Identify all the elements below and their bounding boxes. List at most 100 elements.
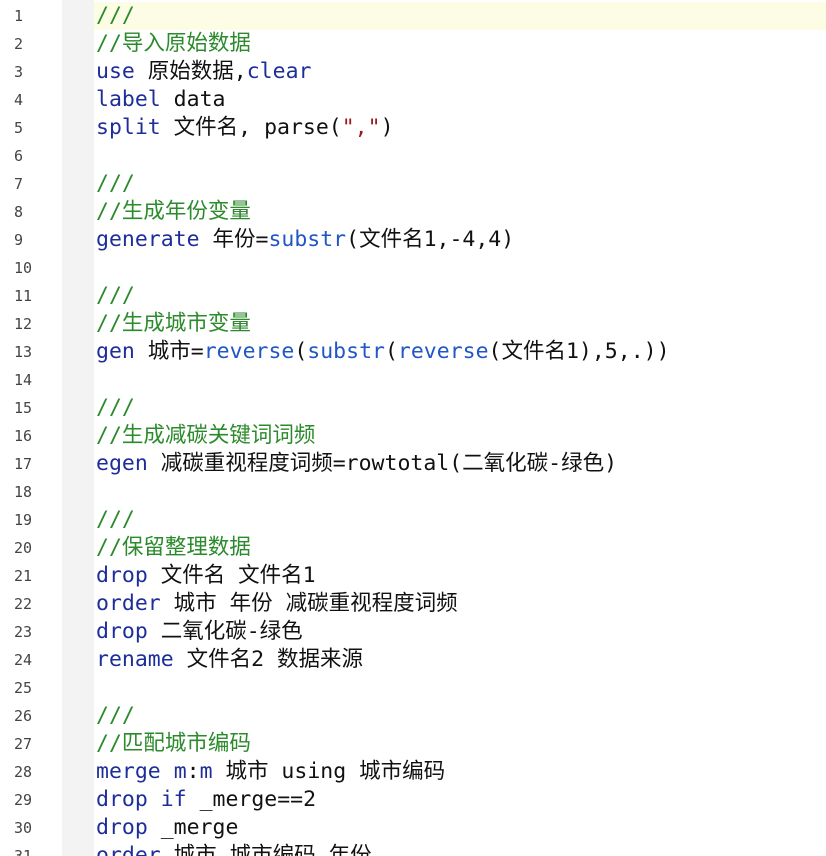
code-token: use: [96, 59, 135, 84]
line-number: 12: [14, 315, 33, 333]
code-line[interactable]: ///: [94, 2, 826, 30]
code-token: ///: [96, 703, 135, 728]
code-line[interactable]: [94, 142, 826, 170]
line-number: 22: [14, 595, 33, 613]
line-number: 13: [14, 343, 33, 361]
code-line[interactable]: ///: [94, 702, 826, 730]
code-line[interactable]: drop _merge: [94, 814, 826, 842]
code-line[interactable]: //导入原始数据: [94, 30, 826, 58]
code-token: 城市 年份 减碳重视程度词频: [160, 591, 458, 616]
code-line[interactable]: merge m:m 城市 using 城市编码: [94, 758, 826, 786]
code-line[interactable]: use 原始数据,clear: [94, 58, 826, 86]
line-number: 25: [14, 679, 33, 697]
code-token: //匹配城市编码: [96, 731, 251, 756]
code-token: drop: [96, 787, 148, 812]
code-line[interactable]: ///: [94, 282, 826, 310]
code-line[interactable]: egen 减碳重视程度词频=rowtotal(二氧化碳-绿色): [94, 450, 826, 478]
code-line[interactable]: generate 年份=substr(文件名1,-4,4): [94, 226, 826, 254]
code-token: _merge==2: [186, 787, 317, 812]
code-line[interactable]: rename 文件名2 数据来源: [94, 646, 826, 674]
line-number: 10: [14, 259, 33, 277]
line-number: 28: [14, 763, 33, 781]
code-token: reverse: [397, 339, 489, 364]
code-line[interactable]: label data: [94, 86, 826, 114]
code-token: (: [294, 339, 308, 364]
code-token: ///: [96, 395, 135, 420]
code-line[interactable]: [94, 478, 826, 506]
code-token: 城市 using 城市编码: [212, 759, 446, 784]
code-token: ///: [96, 3, 135, 28]
line-number: 2: [14, 35, 24, 53]
code-token: egen: [96, 451, 148, 476]
code-token: ",": [341, 115, 381, 140]
code-line[interactable]: //生成减碳关键词词频: [94, 422, 826, 450]
code-token: drop: [96, 619, 148, 644]
code-token: //生成年份变量: [96, 199, 251, 224]
code-token: 文件名2 数据来源: [173, 647, 364, 672]
code-line[interactable]: drop if _merge==2: [94, 786, 826, 814]
code-token: ): [380, 115, 394, 140]
line-number: 26: [14, 707, 33, 725]
code-token: m: [199, 759, 213, 784]
code-token: (文件名1,-4,4): [346, 227, 515, 252]
code-token: merge: [96, 759, 161, 784]
line-number: 16: [14, 427, 33, 445]
code-token: ///: [96, 507, 135, 532]
code-line[interactable]: ///: [94, 170, 826, 198]
line-number: 24: [14, 651, 33, 669]
code-token: //保留整理数据: [96, 535, 251, 560]
code-line[interactable]: split 文件名, parse(","): [94, 114, 826, 142]
code-editor[interactable]: 1 2 3 4 5 6 7 8 9 10 11 12 13 14 15 16 17 18 19 20 21 22 23 24 2…: [0, 0, 826, 856]
line-number: 11: [14, 287, 33, 305]
code-token: //导入原始数据: [96, 31, 251, 56]
code-line[interactable]: //保留整理数据: [94, 534, 826, 562]
code-token: data: [160, 87, 226, 112]
code-line[interactable]: [94, 366, 826, 394]
code-line[interactable]: ///: [94, 394, 826, 422]
code-line[interactable]: //生成城市变量: [94, 310, 826, 338]
line-number: 27: [14, 735, 33, 753]
code-line[interactable]: [94, 254, 826, 282]
code-token: 原始数据,: [134, 59, 247, 84]
code-line[interactable]: [94, 674, 826, 702]
code-token: reverse: [203, 339, 295, 364]
code-token: 二氧化碳-绿色: [147, 619, 303, 644]
line-number: 17: [14, 455, 33, 473]
code-line[interactable]: drop 二氧化碳-绿色: [94, 618, 826, 646]
code-token: 城市=: [134, 339, 204, 364]
code-token: //生成城市变量: [96, 311, 251, 336]
code-token: ///: [96, 171, 135, 196]
line-number: 20: [14, 539, 33, 557]
code-line[interactable]: //匹配城市编码: [94, 730, 826, 758]
line-number: 23: [14, 623, 33, 641]
code-line[interactable]: //生成年份变量: [94, 198, 826, 226]
line-number: 31: [14, 847, 33, 856]
code-token: gen: [96, 339, 135, 364]
line-number: 19: [14, 511, 33, 529]
line-number-gutter: 1 2 3 4 5 6 7 8 9 10 11 12 13 14 15 16 17 18 19 20 21 22 23 24 2…: [0, 0, 62, 856]
line-number: 30: [14, 819, 33, 837]
code-line[interactable]: order 城市 年份 减碳重视程度词频: [94, 590, 826, 618]
fold-margin: [62, 0, 94, 856]
code-line[interactable]: order 城市 城市编码 年份: [94, 842, 826, 856]
code-token: m: [173, 759, 187, 784]
code-token: order: [96, 591, 161, 616]
line-number: 1: [14, 7, 24, 25]
line-number: 5: [14, 119, 24, 137]
code-token: drop: [96, 815, 148, 840]
code-line[interactable]: drop 文件名 文件名1: [94, 562, 826, 590]
line-number: 4: [14, 91, 24, 109]
line-number: 18: [14, 483, 33, 501]
code-token: _merge: [147, 815, 239, 840]
line-number: 3: [14, 63, 24, 81]
code-line[interactable]: ///: [94, 506, 826, 534]
code-token: :: [186, 759, 200, 784]
code-token: (: [384, 339, 398, 364]
line-number: 29: [14, 791, 33, 809]
code-token: 年份=: [199, 227, 269, 252]
code-line[interactable]: gen 城市=reverse(substr(reverse(文件名1),5,.)…: [94, 338, 826, 366]
code-token: order: [96, 843, 161, 856]
code-token: if: [160, 787, 187, 812]
line-number: 6: [14, 147, 24, 165]
